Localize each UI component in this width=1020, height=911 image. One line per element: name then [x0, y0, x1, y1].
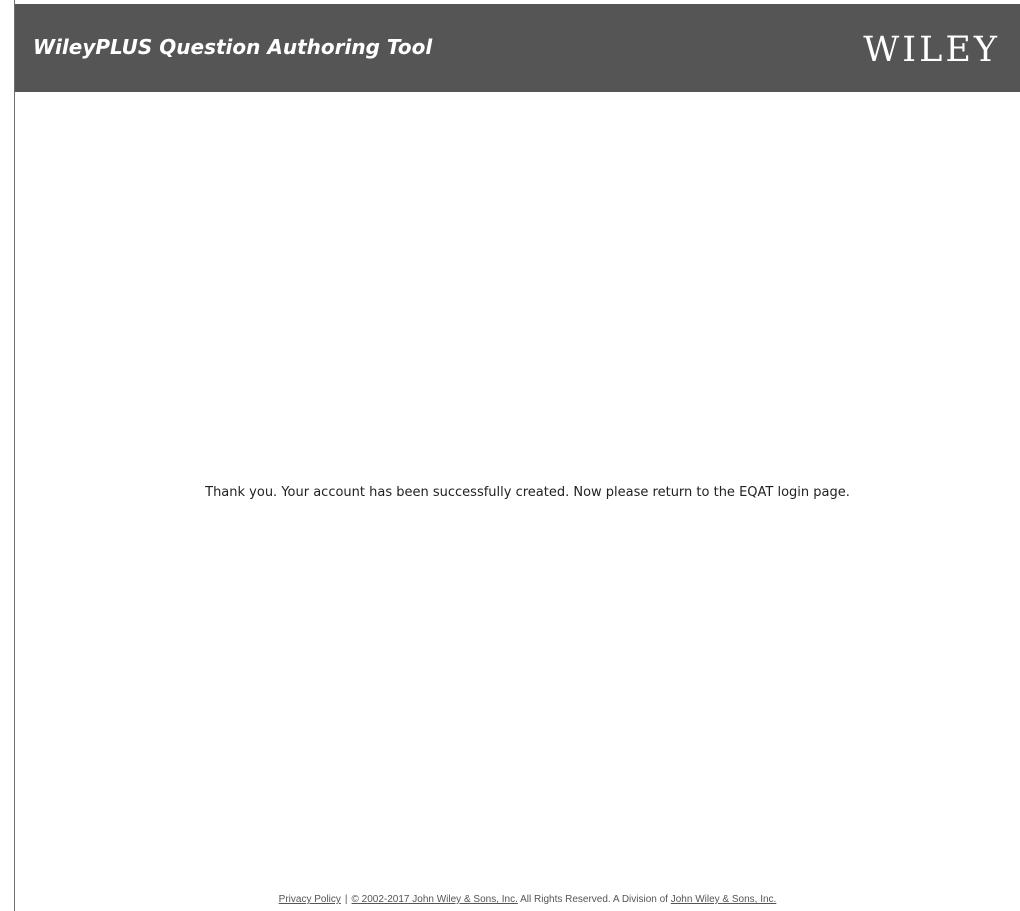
rights-text: All Rights Reserved. A Division of — [520, 894, 668, 905]
success-message: Thank you. Your account has been success… — [205, 485, 850, 500]
footer-separator: | — [344, 894, 348, 905]
privacy-policy-link[interactable]: Privacy Policy — [279, 894, 341, 905]
app-header: WileyPLUS Question Authoring Tool WILEY — [15, 4, 1020, 92]
footer: Privacy Policy | © 2002-2017 John Wiley & … — [0, 893, 1020, 907]
left-border — [14, 0, 15, 911]
company-link[interactable]: John Wiley & Sons, Inc. — [671, 894, 777, 905]
copyright-link[interactable]: © 2002-2017 John Wiley & Sons, Inc. — [352, 894, 518, 905]
app-title: WileyPLUS Question Authoring Tool — [33, 35, 433, 59]
wiley-logo: WILEY — [863, 30, 1000, 70]
